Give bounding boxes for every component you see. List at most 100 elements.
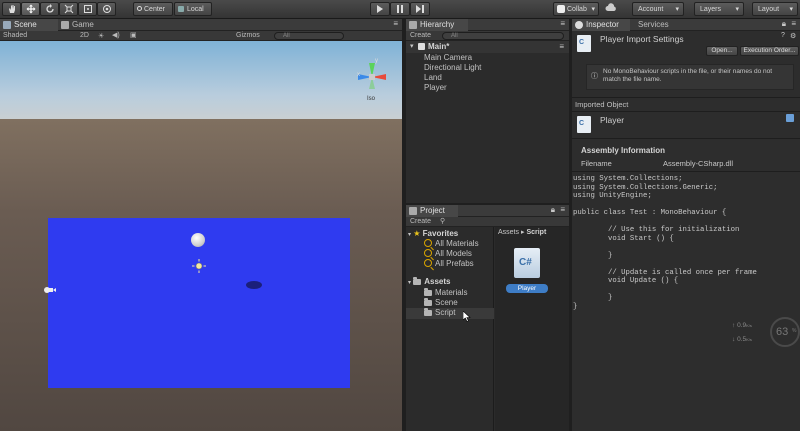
main-toolbar: Center Local Collab ▾ Account ▾ Layers ▾… [0, 0, 800, 19]
panel-menu-icon[interactable]: ≡ [393, 19, 398, 28]
tab-services[interactable]: Services [630, 19, 680, 31]
gizmo-y-label: y [375, 58, 378, 64]
settings-gear-icon[interactable]: ⚙ [790, 32, 796, 40]
step-button[interactable] [410, 2, 430, 16]
scene-search-input[interactable]: All [274, 32, 344, 40]
layout-dropdown[interactable]: Layout ▾ [752, 2, 798, 16]
breadcrumb-current[interactable]: Script [526, 229, 546, 236]
hierarchy-item-player[interactable]: Player [424, 83, 447, 92]
pivot-toggle[interactable]: Center [133, 2, 173, 16]
project-control-bar: Create ⚲ [406, 217, 569, 227]
player-sphere[interactable] [191, 233, 205, 247]
cloud-icon[interactable] [605, 3, 617, 15]
tab-inspector[interactable]: Inspector [572, 19, 630, 31]
object-settings-icon[interactable] [786, 114, 794, 122]
step-icon [416, 5, 424, 13]
account-dropdown[interactable]: Account ▾ [632, 2, 684, 16]
unity-scene-icon [418, 43, 425, 50]
panel-menu-icon[interactable]: ≡ [560, 19, 565, 28]
hierarchy-create-dropdown[interactable]: Create [410, 31, 431, 41]
shading-dropdown[interactable]: Shaded [3, 31, 27, 41]
tab-game[interactable]: Game [58, 19, 108, 31]
chevron-down-icon: ▾ [789, 6, 793, 13]
project-folder-tree: ▾ ★ Favorites All Materials All Models A… [406, 227, 494, 431]
info-icon: ⓘ [591, 73, 598, 80]
scene-viewport[interactable]: y x Iso [0, 41, 402, 431]
tab-hierarchy[interactable]: Hierarchy [406, 19, 468, 31]
folder-icon [413, 277, 422, 285]
panel-menu-icon[interactable]: ≡ [560, 205, 565, 214]
search-icon[interactable]: ⚲ [440, 217, 445, 227]
warning-box: ⓘ No MonoBehaviour scripts in the file, … [586, 64, 794, 90]
help-icon[interactable]: ? [781, 32, 785, 39]
rotate-tool-button[interactable] [40, 2, 59, 16]
project-tab-bar: Project 🔒︎ ≡ [406, 205, 569, 217]
expand-arrow-icon: ▾ [408, 232, 412, 238]
orientation-gizmo[interactable]: y x Iso [352, 58, 392, 109]
gizmos-dropdown[interactable]: Gizmos [236, 31, 260, 41]
move-tool-button[interactable] [21, 2, 40, 16]
hierarchy-item-directional-light[interactable]: Directional Light [424, 63, 481, 72]
effects-icon[interactable]: ▣ [130, 31, 137, 41]
favorites-item[interactable]: All Materials [424, 239, 479, 248]
tab-project[interactable]: Project [406, 205, 458, 217]
favorites-item[interactable]: All Models [424, 249, 472, 258]
divider [572, 138, 800, 139]
directional-light-icon[interactable] [192, 259, 206, 275]
divider [572, 171, 800, 172]
download-stat-row: ↓ 0.5K/s [732, 336, 752, 343]
scene-root-row[interactable]: ▾ Main* ≡ [406, 41, 569, 53]
open-button[interactable]: Open... [706, 46, 738, 56]
panel-menu-icon[interactable]: ≡ [791, 19, 796, 28]
hierarchy-item-land[interactable]: Land [424, 73, 442, 82]
csharp-script-icon[interactable]: C# [514, 248, 540, 278]
folder-icon [424, 298, 432, 306]
scene-control-bar: Shaded 2D ☀ ◀) ▣ Gizmos All [0, 31, 402, 41]
hierarchy-search-input[interactable]: All [442, 32, 564, 40]
hand-tool-button[interactable] [2, 2, 21, 16]
breadcrumb-root[interactable]: Assets [498, 229, 519, 236]
camera-icon[interactable] [42, 285, 56, 297]
folder-item-script[interactable]: Script [424, 308, 455, 317]
2d-toggle[interactable]: 2D [80, 31, 89, 41]
pivot-label: Center [144, 6, 166, 13]
play-button[interactable] [370, 2, 390, 16]
transform-icon [102, 5, 111, 13]
cpu-percent-unit: % [792, 328, 797, 334]
favorites-item[interactable]: All Prefabs [424, 259, 474, 268]
tab-scene[interactable]: Scene [0, 19, 58, 31]
mouse-cursor-icon [463, 311, 471, 322]
lock-icon[interactable]: 🔒︎ [551, 205, 555, 215]
audio-icon[interactable]: ◀) [112, 31, 120, 41]
favorites-row[interactable]: ▾ ★ Favorites [408, 229, 458, 238]
scene-menu-icon[interactable]: ≡ [559, 42, 564, 51]
local-space-icon [178, 6, 184, 12]
project-content-area: Assets ▸ Script C# Player [495, 227, 569, 431]
hierarchy-item-main-camera[interactable]: Main Camera [424, 53, 472, 62]
layers-label: Layers [700, 6, 722, 13]
cpu-usage-gauge: 63 % [770, 317, 800, 347]
project-create-dropdown[interactable]: Create [410, 217, 431, 227]
transform-tool-button[interactable] [97, 2, 116, 16]
rotate-icon [45, 4, 54, 13]
play-icon [377, 5, 383, 13]
search-icon [424, 259, 432, 267]
folder-item-scene[interactable]: Scene [424, 298, 458, 307]
asset-name-player[interactable]: Player [506, 284, 548, 293]
pause-button[interactable] [390, 2, 410, 16]
upload-stat-row: ↑ 0.9K/s [732, 322, 752, 329]
warning-text: No MonoBehaviour scripts in the file, or… [603, 68, 773, 83]
layers-dropdown[interactable]: Layers ▾ [694, 2, 744, 16]
search-icon [424, 239, 432, 247]
scale-tool-button[interactable] [59, 2, 78, 16]
execution-order-button[interactable]: Execution Order... [740, 46, 799, 56]
expand-arrow-icon[interactable]: ▾ [410, 42, 414, 50]
collab-dropdown[interactable]: Collab ▾ [553, 2, 599, 16]
space-toggle[interactable]: Local [174, 2, 212, 16]
lock-icon[interactable]: 🔒︎ [782, 19, 786, 29]
rect-tool-button[interactable] [78, 2, 97, 16]
folder-item-materials[interactable]: Materials [424, 288, 467, 297]
account-label: Account [638, 6, 664, 13]
assets-row[interactable]: ▾ Assets [408, 277, 451, 286]
gizmo-projection-label: Iso [367, 96, 376, 102]
